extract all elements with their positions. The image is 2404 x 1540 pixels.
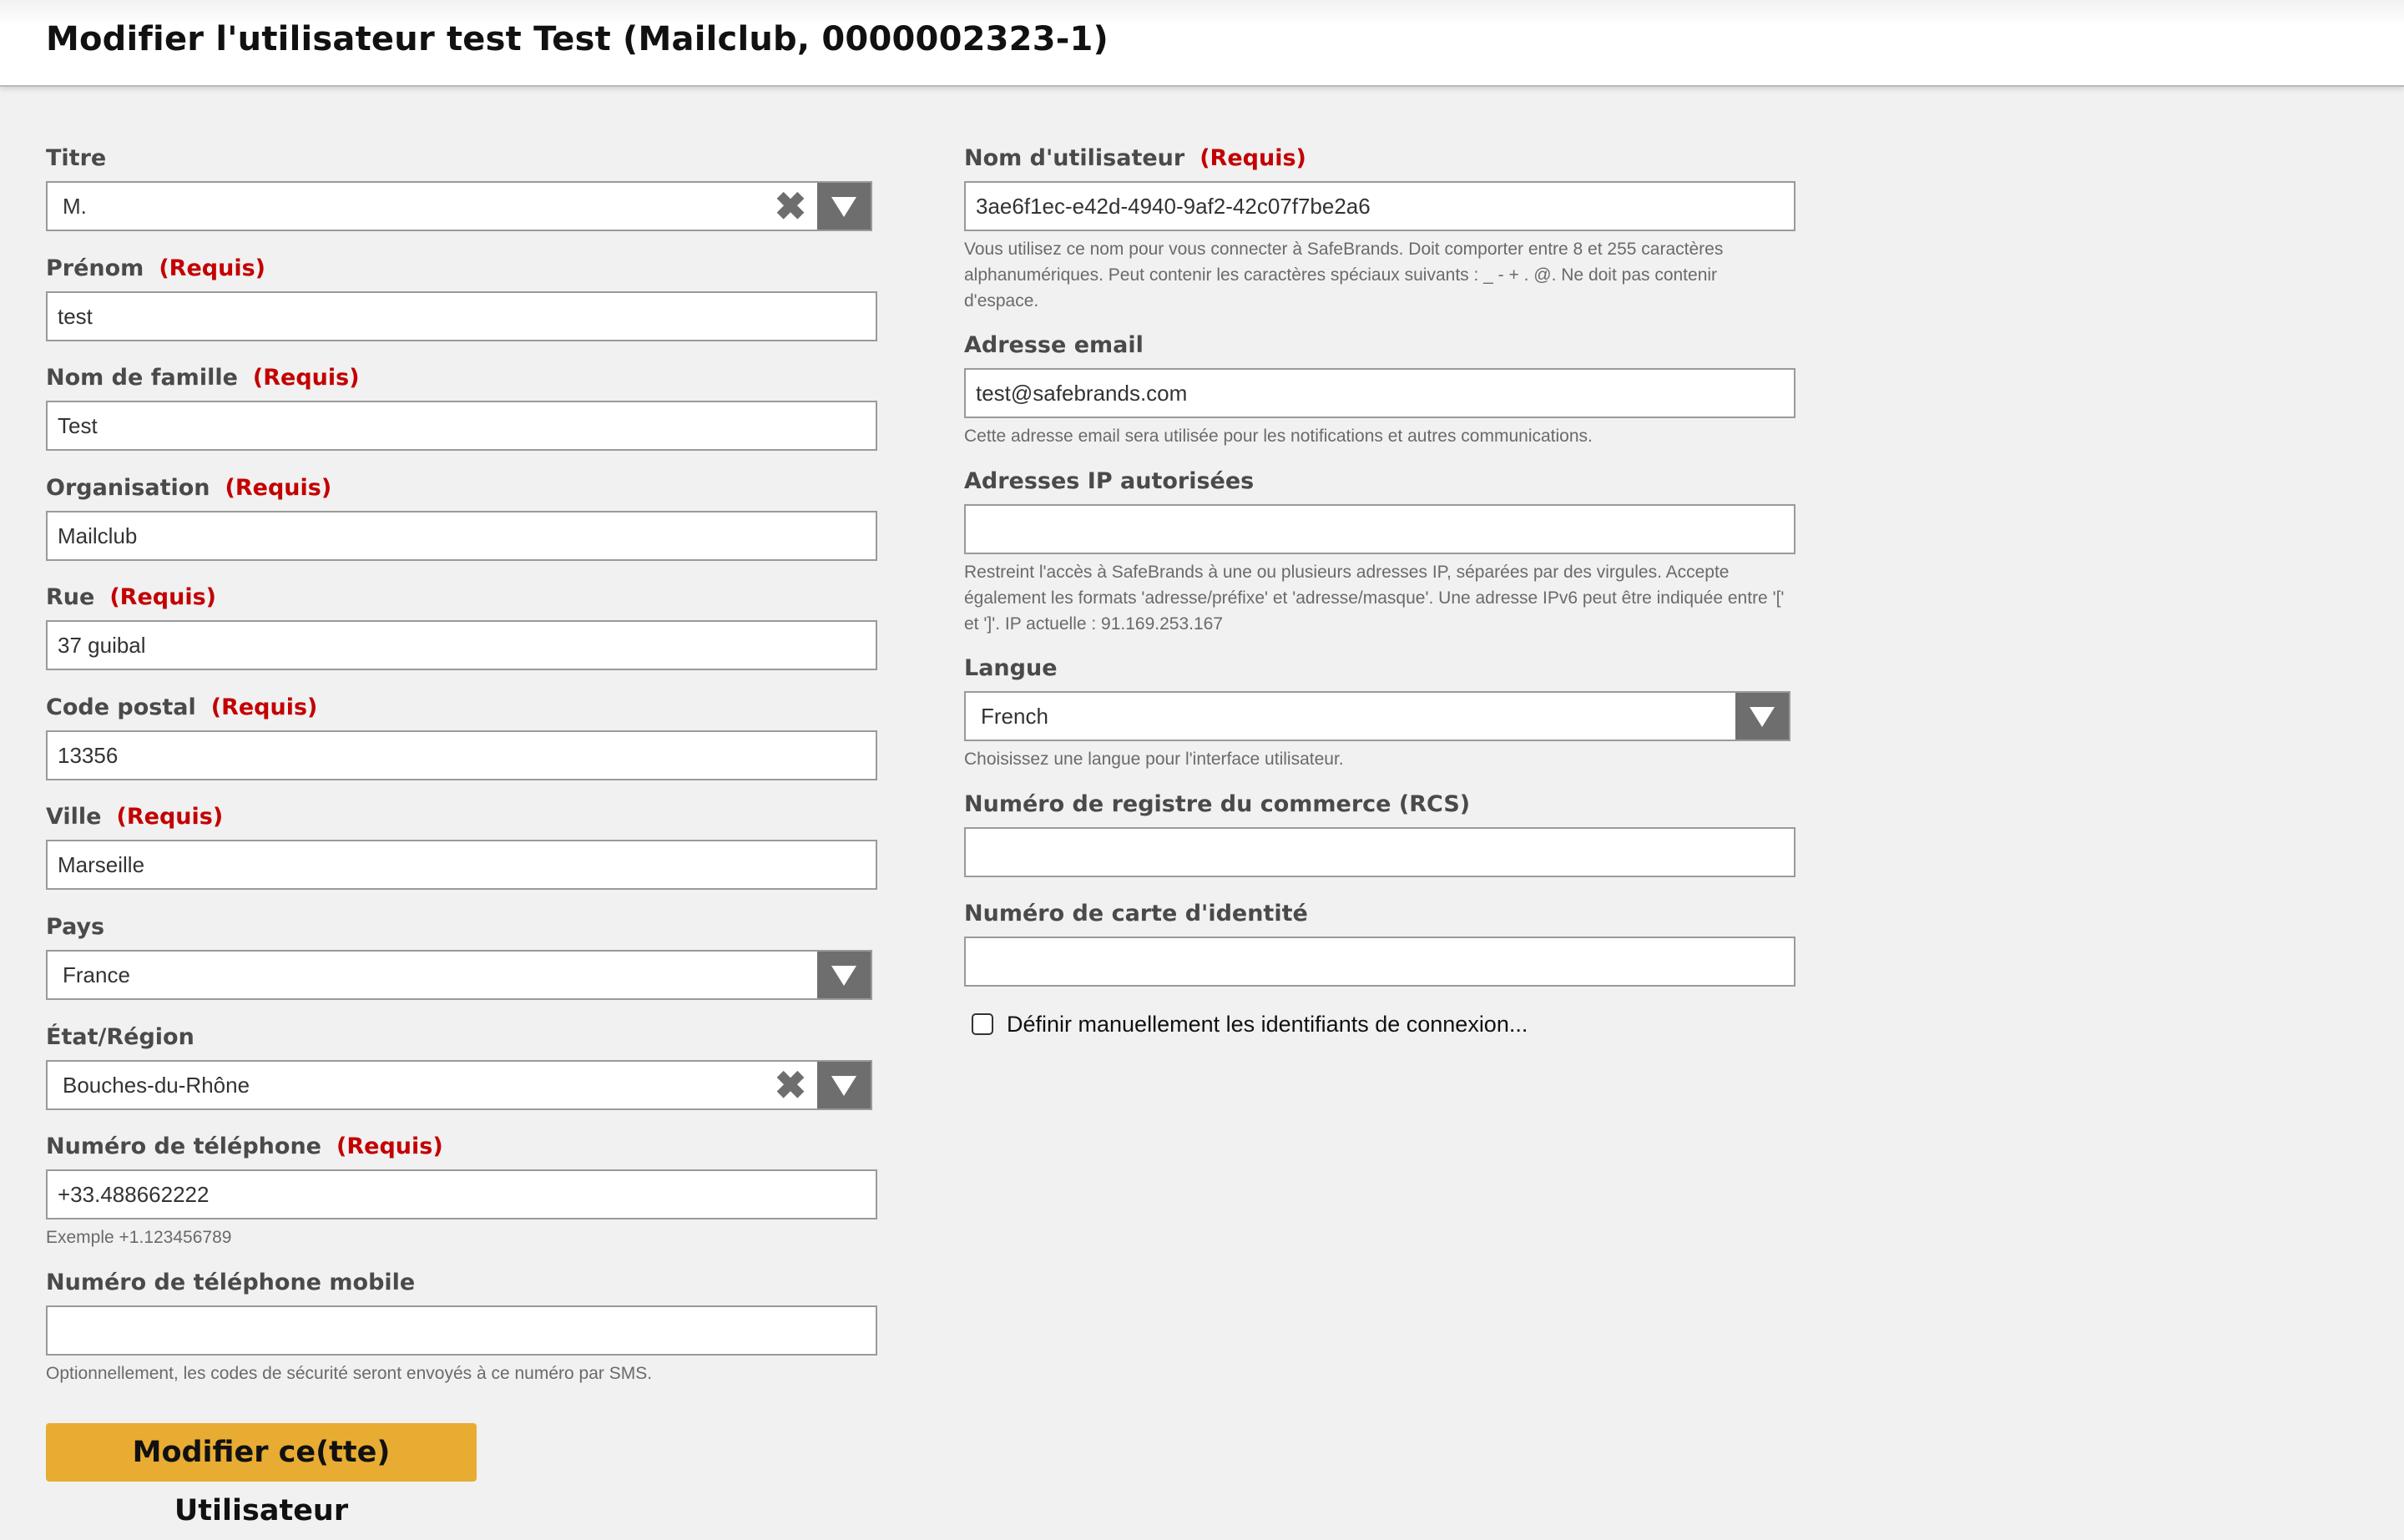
nom-utilisateur-label: Nom d'utilisateur (Requis) xyxy=(964,145,1306,171)
field-organisation: Organisation (Requis) Mailclub xyxy=(46,474,877,561)
rcs-input[interactable] xyxy=(964,827,1795,877)
nom-utilisateur-input[interactable]: 3ae6f1ec-e42d-4940-9af2-42c07f7be2a6 xyxy=(964,181,1795,231)
field-langue: Langue French Choisissez une langue pour… xyxy=(964,654,1795,772)
field-rcs: Numéro de registre du commerce (RCS) xyxy=(964,790,1795,877)
clear-icon[interactable]: ✖ xyxy=(772,183,809,230)
field-titre: Titre M. ✖ xyxy=(46,144,877,231)
ip-help: Restreint l'accès à SafeBrands à une ou … xyxy=(964,563,1785,634)
field-carte-identite: Numéro de carte d'identité xyxy=(964,900,1795,987)
ville-input[interactable]: Marseille xyxy=(46,840,877,890)
ville-label: Ville (Requis) xyxy=(46,804,224,830)
telephone-mobile-label: Numéro de téléphone mobile xyxy=(46,1270,416,1295)
telephone-mobile-help: Optionnellement, les codes de sécurité s… xyxy=(46,1364,653,1383)
ip-label: Adresses IP autorisées xyxy=(964,468,1255,494)
field-nom-famille: Nom de famille (Requis) Test xyxy=(46,364,877,451)
telephone-input[interactable]: +33.488662222 xyxy=(46,1169,877,1219)
nom-utilisateur-help: Vous utilisez ce nom pour vous connecter… xyxy=(964,240,1724,311)
langue-help: Choisissez une langue pour l'interface u… xyxy=(964,750,1344,769)
field-pays: Pays France xyxy=(46,913,877,1000)
required-badge: (Requis) xyxy=(336,1134,443,1159)
field-telephone: Numéro de téléphone (Requis) +33.48866222… xyxy=(46,1133,877,1250)
etat-region-value: Bouches-du-Rhône xyxy=(63,1073,250,1098)
submit-button[interactable]: Modifier ce(tte) Utilisateur xyxy=(46,1423,477,1527)
field-rue: Rue (Requis) 37 guibal xyxy=(46,583,877,670)
telephone-label: Numéro de téléphone (Requis) xyxy=(46,1134,443,1159)
titre-value: M. xyxy=(63,194,87,219)
required-badge: (Requis) xyxy=(252,365,360,391)
organisation-input[interactable]: Mailclub xyxy=(46,511,877,561)
required-badge: (Requis) xyxy=(116,804,224,830)
dropdown-arrow-icon[interactable] xyxy=(817,1062,871,1108)
required-badge: (Requis) xyxy=(225,475,332,501)
ip-input[interactable] xyxy=(964,504,1795,554)
etat-region-label: État/Région xyxy=(46,1024,194,1050)
titre-label: Titre xyxy=(46,145,107,171)
rcs-label: Numéro de registre du commerce (RCS) xyxy=(964,791,1471,817)
required-badge: (Requis) xyxy=(210,694,318,720)
clear-icon[interactable]: ✖ xyxy=(772,1062,809,1108)
telephone-help: Exemple +1.123456789 xyxy=(46,1228,232,1247)
telephone-mobile-input[interactable] xyxy=(46,1305,877,1356)
email-input[interactable]: test@safebrands.com xyxy=(964,368,1795,418)
pays-select[interactable]: France xyxy=(46,950,872,1000)
carte-identite-input[interactable] xyxy=(964,937,1795,987)
field-telephone-mobile: Numéro de téléphone mobile Optionnelleme… xyxy=(46,1269,877,1386)
code-postal-input[interactable]: 13356 xyxy=(46,730,877,780)
prenom-label: Prénom (Requis) xyxy=(46,255,265,281)
dropdown-arrow-icon[interactable] xyxy=(817,183,871,230)
organisation-label: Organisation (Requis) xyxy=(46,475,332,501)
nom-famille-input[interactable]: Test xyxy=(46,401,877,451)
dropdown-arrow-icon[interactable] xyxy=(1735,693,1789,740)
field-etat-region: État/Région Bouches-du-Rhône ✖ xyxy=(46,1023,877,1110)
field-code-postal: Code postal (Requis) 13356 xyxy=(46,694,877,780)
pays-value: France xyxy=(63,962,130,987)
email-label: Adresse email xyxy=(964,332,1144,358)
rue-input[interactable]: 37 guibal xyxy=(46,620,877,670)
page-header: Modifier l'utilisateur test Test (Mailcl… xyxy=(0,0,2404,87)
field-email: Adresse email test@safebrands.com Cette … xyxy=(964,331,1795,449)
pays-label: Pays xyxy=(46,914,105,940)
carte-identite-label: Numéro de carte d'identité xyxy=(964,901,1308,927)
etat-region-select[interactable]: Bouches-du-Rhône ✖ xyxy=(46,1060,872,1110)
rue-label: Rue (Requis) xyxy=(46,584,216,610)
required-badge: (Requis) xyxy=(1199,145,1306,171)
langue-label: Langue xyxy=(964,655,1058,681)
required-badge: (Requis) xyxy=(109,584,216,610)
titre-select[interactable]: M. ✖ xyxy=(46,181,872,231)
prenom-input[interactable]: test xyxy=(46,291,877,341)
langue-select[interactable]: French xyxy=(964,691,1790,741)
manual-credentials-label[interactable]: Définir manuellement les identifiants de… xyxy=(1007,1010,1528,1038)
field-ip: Adresses IP autorisées Restreint l'accès… xyxy=(964,467,1795,637)
field-prenom: Prénom (Requis) test xyxy=(46,255,877,341)
manual-credentials-row[interactable]: Définir manuellement les identifiants de… xyxy=(967,1010,1718,1038)
field-ville: Ville (Requis) Marseille xyxy=(46,803,877,890)
checkbox-icon[interactable] xyxy=(972,1013,993,1035)
required-badge: (Requis) xyxy=(159,255,265,281)
email-help: Cette adresse email sera utilisée pour l… xyxy=(964,427,1593,446)
langue-value: French xyxy=(981,704,1048,729)
code-postal-label: Code postal (Requis) xyxy=(46,694,318,720)
nom-famille-label: Nom de famille (Requis) xyxy=(46,365,360,391)
page-title: Modifier l'utilisateur test Test (Mailcl… xyxy=(46,20,1109,58)
field-nom-utilisateur: Nom d'utilisateur (Requis) 3ae6f1ec-e42d-… xyxy=(964,144,1795,314)
dropdown-arrow-icon[interactable] xyxy=(817,952,871,998)
